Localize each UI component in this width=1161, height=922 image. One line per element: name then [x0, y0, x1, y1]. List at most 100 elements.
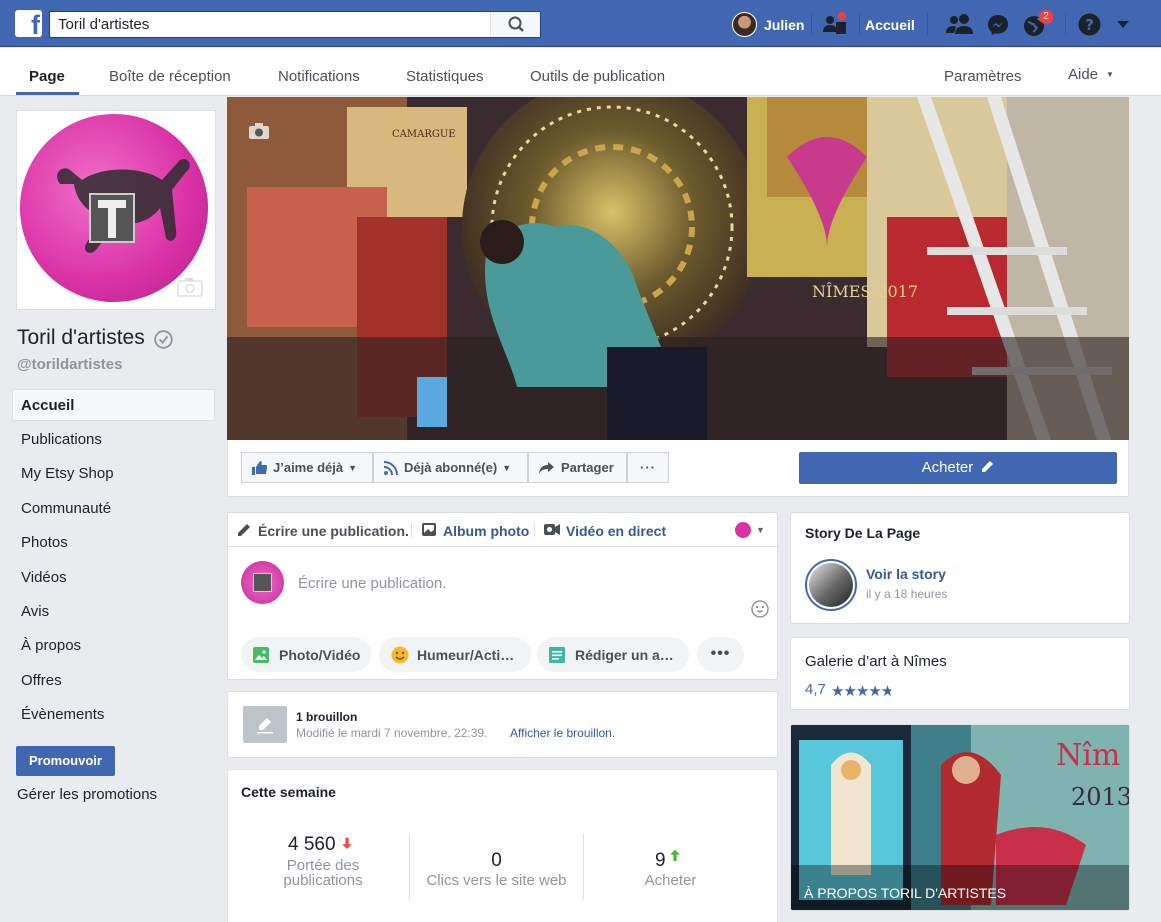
account-menu-chevron-down-icon[interactable] — [1117, 21, 1129, 29]
emoji-icon[interactable] — [751, 600, 769, 618]
divider — [811, 13, 812, 35]
trend-down-arrow-icon — [342, 837, 352, 849]
like-button[interactable]: J’aime déjà ▼ — [241, 452, 373, 483]
tab-page[interactable]: Page — [29, 68, 65, 85]
page-category[interactable]: Galerie d’art à Nîmes — [805, 653, 947, 670]
tab-notifications[interactable]: Notifications — [278, 68, 360, 85]
draft-title: 1 brouillon — [296, 710, 358, 724]
tab-inbox[interactable]: Boîte de réception — [109, 68, 231, 85]
composer-tab-album[interactable]: Album photo — [443, 523, 529, 539]
post-as-avatar[interactable] — [735, 522, 751, 538]
rss-icon — [384, 460, 398, 475]
this-week-title: Cette semaine — [241, 784, 336, 800]
buy-label: Acheter — [921, 459, 974, 476]
home-link[interactable]: Accueil — [865, 17, 915, 33]
sidebar-item-reviews[interactable]: Avis — [21, 603, 49, 620]
help-icon[interactable]: ? — [1078, 13, 1101, 36]
manage-promotions-link[interactable]: Gérer les promotions — [17, 786, 157, 803]
trend-up-arrow-icon — [670, 849, 680, 861]
website-clicks-value: 0 — [491, 850, 502, 871]
page-action-bar: J’aime déjà ▼ Déjà abonné(e) ▼ Partager … — [227, 440, 1129, 497]
buy-clicks-label: Acheter — [644, 872, 697, 889]
sidebar-item-photos[interactable]: Photos — [21, 534, 68, 551]
sidebar-item-home[interactable]: Accueil — [21, 397, 74, 414]
share-button[interactable]: Partager — [528, 452, 627, 483]
live-video-icon — [544, 524, 560, 535]
user-name-link[interactable]: Julien — [764, 17, 804, 33]
tab-publishing-tools[interactable]: Outils de publication — [530, 68, 665, 85]
tab-statistics[interactable]: Statistiques — [406, 68, 484, 85]
about-image-card[interactable]: Nîm 2013 À PROPOS TORIL D'ARTISTES — [790, 724, 1130, 911]
sidebar-item-videos[interactable]: Vidéos — [21, 569, 67, 586]
composer-tab-write[interactable]: Écrire une publication. — [258, 523, 409, 539]
composer-card: Écrire une publication. Album photo Vidé… — [227, 512, 778, 680]
sidebar-item-etsy-shop[interactable]: My Etsy Shop — [21, 465, 114, 482]
page-handle: @torildartistes — [17, 356, 123, 373]
like-label: J’aime déjà — [273, 460, 344, 475]
search-input[interactable] — [58, 16, 478, 33]
sidebar-item-community[interactable]: Communauté — [21, 500, 111, 517]
camera-icon[interactable] — [177, 277, 203, 297]
cover-artwork-image: CAMARGUE NÎMES-2017 — [227, 97, 1129, 440]
sidebar-item-offers[interactable]: Offres — [21, 672, 62, 689]
page-navigation: Page Boîte de réception Notifications St… — [0, 48, 1161, 96]
more-actions-button[interactable]: ··· — [627, 452, 669, 483]
divider — [927, 13, 928, 35]
note-icon — [549, 647, 565, 663]
sidebar-item-publications[interactable]: Publications — [21, 431, 102, 448]
search-button[interactable] — [490, 12, 540, 37]
help-chevron-down-icon: ▼ — [1106, 70, 1114, 79]
follow-chevron-down-icon: ▼ — [502, 462, 512, 473]
feeling-activity-label: Humeur/Acti… — [417, 647, 515, 663]
share-label: Partager — [561, 460, 614, 475]
profile-picture[interactable] — [16, 110, 216, 310]
story-title: Story De La Page — [805, 525, 921, 541]
svg-text:?: ? — [1085, 16, 1094, 34]
buy-clicks-value: 9 — [655, 850, 666, 871]
divider — [1065, 13, 1066, 35]
composer-input[interactable]: Écrire une publication. — [298, 575, 446, 592]
active-tab-indicator — [16, 92, 79, 95]
find-friends-icon[interactable] — [822, 12, 848, 36]
divider — [534, 523, 535, 537]
svg-text:2013: 2013 — [1071, 783, 1130, 811]
story-thumbnail[interactable] — [805, 559, 857, 611]
sidebar-item-about[interactable]: À propos — [21, 637, 81, 654]
facebook-logo-icon[interactable]: f — [15, 10, 42, 37]
draft-card: 1 brouillon Modifié le mardi 7 novembre,… — [227, 691, 778, 758]
show-draft-link[interactable]: Afficher le brouillon. — [510, 726, 615, 740]
write-note-button[interactable]: Rédiger un a… — [537, 637, 689, 672]
svg-text:Nîm: Nîm — [1056, 738, 1120, 773]
search-icon — [508, 16, 524, 32]
follow-label: Déjà abonné(e) — [404, 460, 498, 475]
draft-modified-text: Modifié le mardi 7 novembre, 22:39. — [296, 726, 488, 740]
help-menu[interactable]: Aide — [1068, 66, 1098, 83]
pencil-edit-icon — [982, 461, 994, 472]
promote-button[interactable]: Promouvoir — [16, 746, 115, 776]
rating-stars: ★★★★★ ★★★★★ — [831, 683, 894, 700]
feeling-activity-button[interactable]: Humeur/Acti… — [379, 637, 531, 672]
bull-logo-icon — [57, 159, 190, 253]
notification-badge: 2 — [1039, 10, 1053, 24]
friend-requests-icon[interactable] — [945, 13, 975, 35]
cover-camera-icon[interactable] — [248, 122, 270, 140]
search-box — [49, 11, 541, 38]
view-story-link[interactable]: Voir la story — [866, 566, 946, 582]
thumbs-up-icon — [252, 460, 267, 475]
follow-button[interactable]: Déjà abonné(e) ▼ — [373, 452, 528, 483]
post-as-chevron-down-icon[interactable]: ▼ — [756, 525, 765, 535]
composer-more-button[interactable]: ••• — [697, 637, 744, 672]
user-avatar[interactable] — [732, 12, 757, 37]
composer-avatar — [241, 561, 284, 604]
buy-button[interactable]: Acheter — [799, 452, 1117, 484]
reach-value: 4 560 — [288, 834, 336, 855]
composer-tab-live[interactable]: Vidéo en direct — [566, 523, 666, 539]
write-note-label: Rédiger un a… — [575, 647, 674, 663]
cover-video[interactable]: CAMARGUE NÎMES-2017 — [227, 97, 1129, 440]
messenger-icon[interactable] — [986, 13, 1010, 37]
verified-check-icon — [154, 330, 173, 349]
settings-link[interactable]: Paramètres — [944, 68, 1022, 85]
profile-logo-image — [20, 114, 208, 302]
sidebar-item-events[interactable]: Évènements — [21, 706, 104, 723]
photo-video-button[interactable]: Photo/Vidéo — [241, 637, 371, 672]
